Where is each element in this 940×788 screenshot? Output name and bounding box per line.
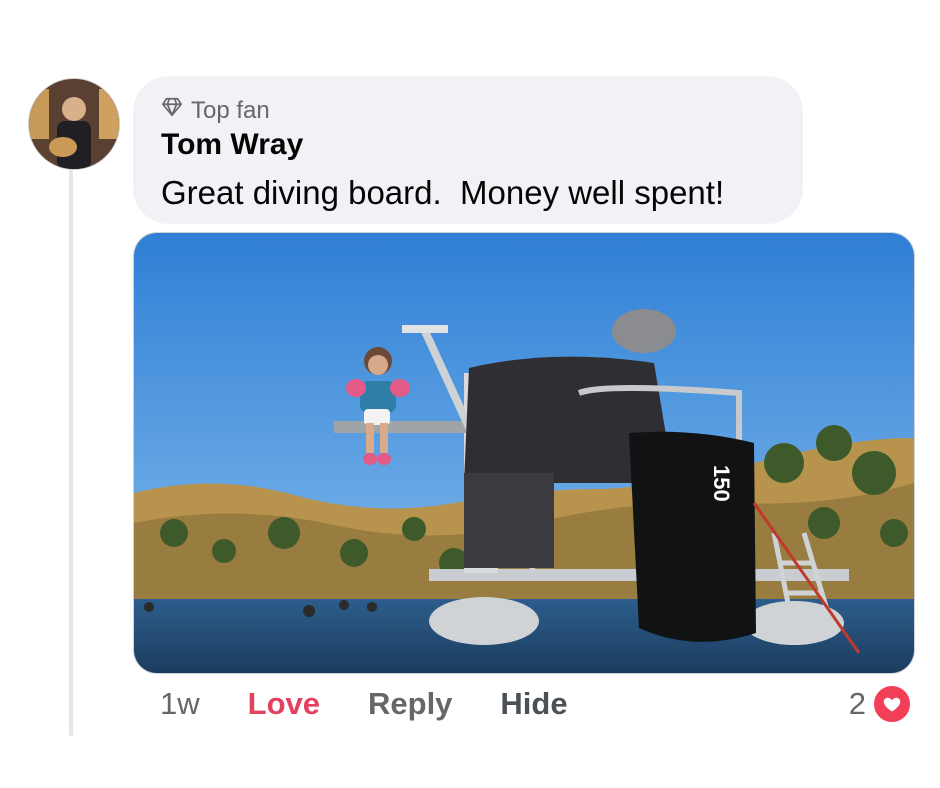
love-reaction-icon: [872, 684, 912, 724]
avatar-image: [29, 79, 119, 169]
hide-button[interactable]: Hide: [500, 686, 567, 722]
reaction-count: 2: [848, 686, 866, 721]
love-button[interactable]: Love: [248, 686, 320, 722]
author-name[interactable]: Tom Wray: [161, 128, 303, 162]
reaction-summary[interactable]: 2: [849, 684, 912, 724]
thread-line: [69, 166, 73, 736]
timestamp-link[interactable]: 1w: [160, 686, 200, 722]
motor-label: 150: [709, 465, 734, 502]
badge-label: Top fan: [191, 96, 270, 124]
avatar[interactable]: [28, 78, 120, 170]
top-fan-badge: Top fan: [161, 96, 270, 125]
comment-bubble: Top fan Tom Wray Great diving board. Mon…: [133, 76, 803, 224]
reply-button[interactable]: Reply: [368, 686, 452, 722]
comment-photo[interactable]: 150: [133, 232, 915, 674]
diamond-icon: [161, 96, 183, 125]
comment-text: Great diving board. Money well spent!: [161, 174, 725, 211]
comment-actions: 1w Love Reply Hide: [160, 686, 568, 722]
